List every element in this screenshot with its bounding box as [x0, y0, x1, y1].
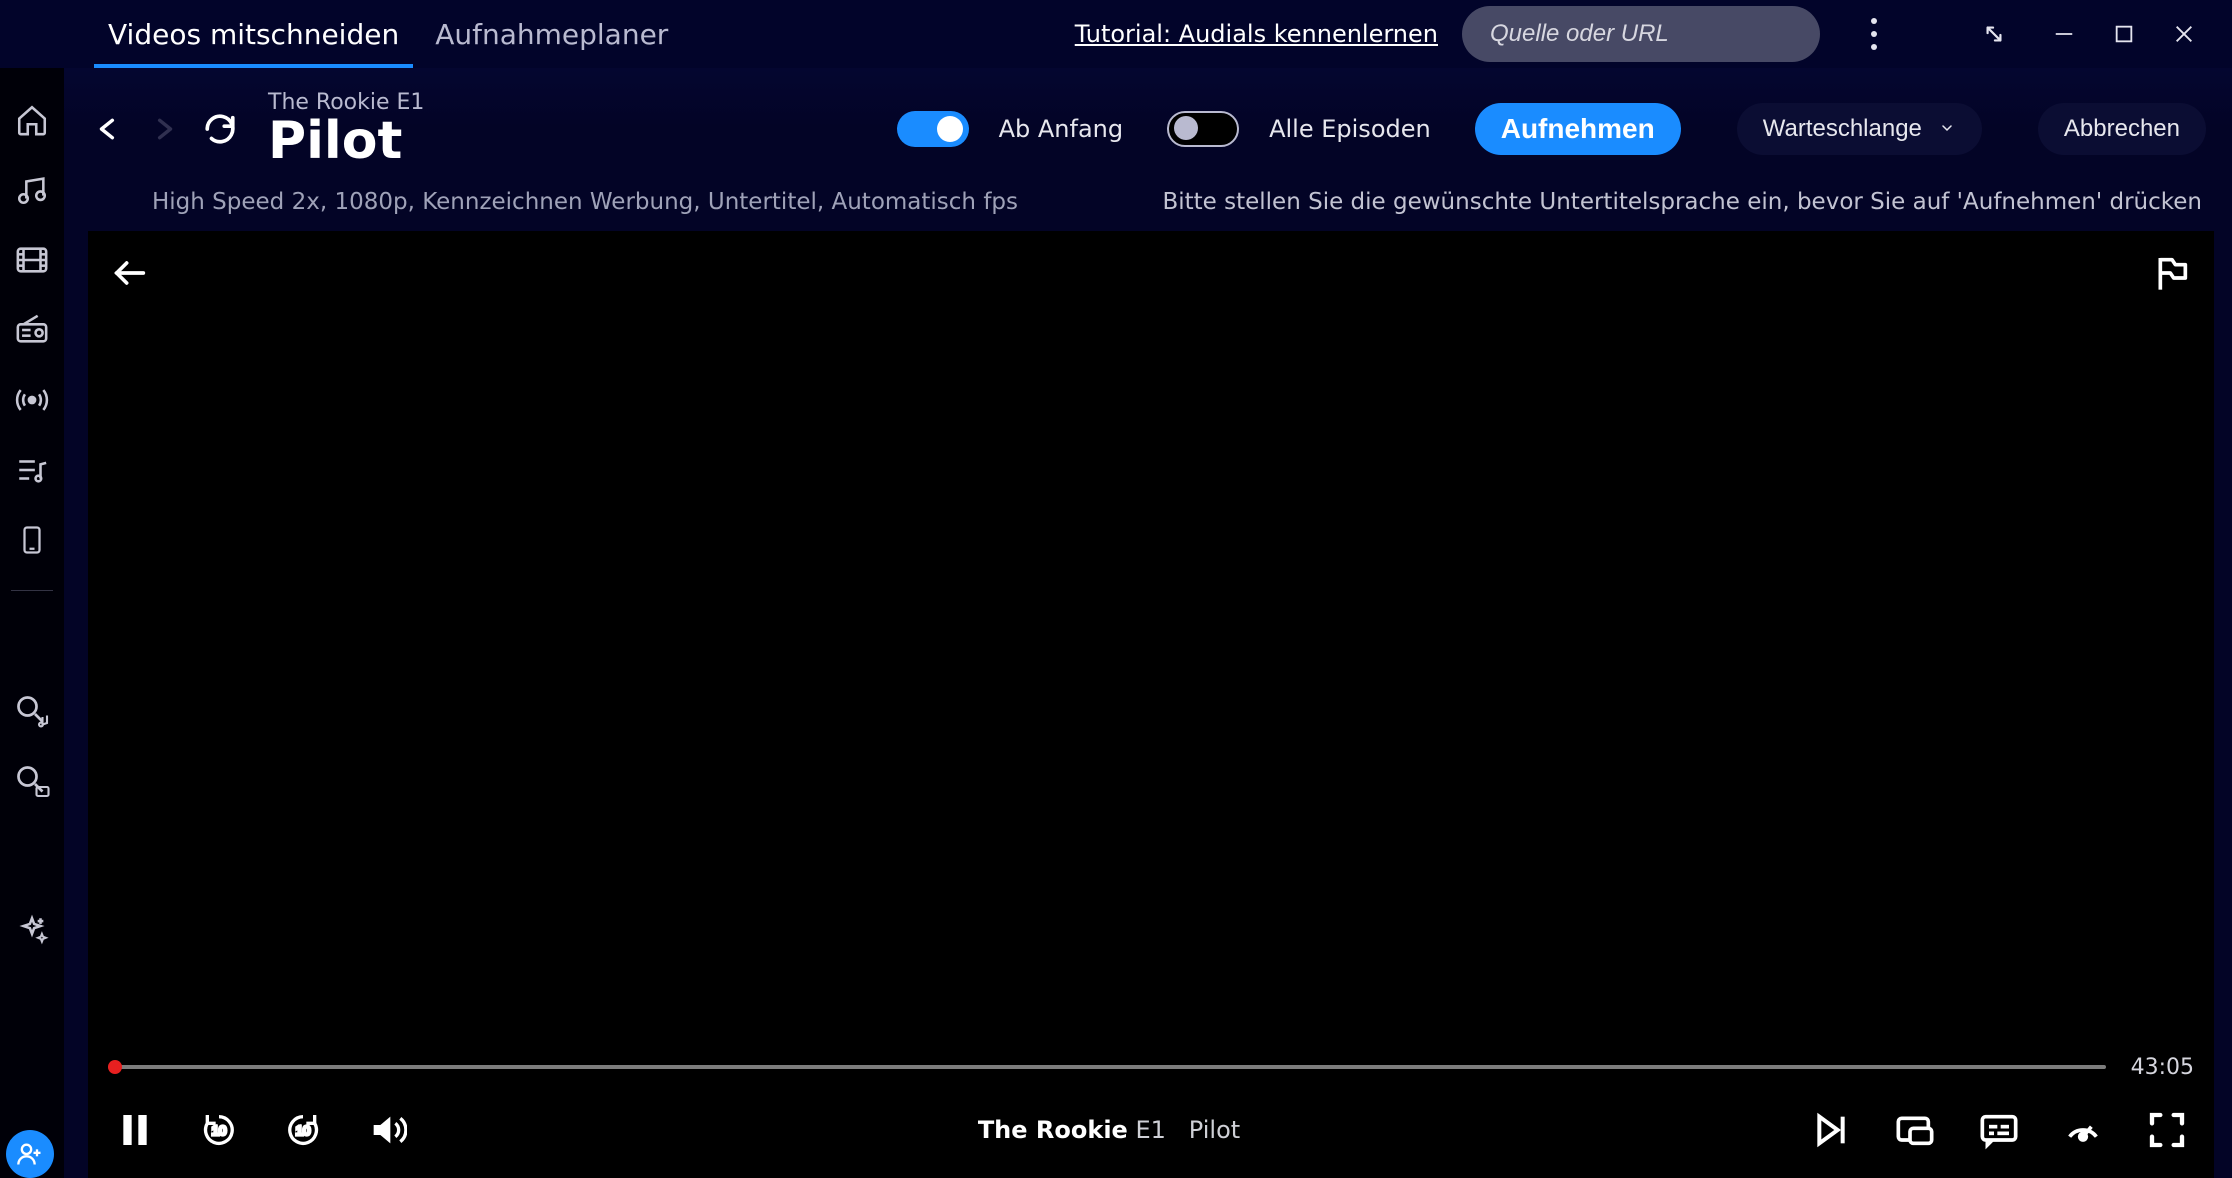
podcast-icon[interactable] [12, 380, 52, 420]
seek-thumb[interactable] [108, 1060, 122, 1074]
progress-row: 43:05 [88, 1052, 2214, 1082]
record-button[interactable]: Aufnehmen [1475, 103, 1681, 155]
chevron-down-icon [1938, 118, 1956, 139]
window-close-button[interactable] [2154, 4, 2214, 64]
queue-button[interactable]: Warteschlange [1737, 103, 1982, 155]
radio-icon[interactable] [12, 310, 52, 350]
app-menu-button[interactable] [1844, 4, 1904, 64]
reload-button[interactable] [202, 111, 238, 147]
settings-subline: High Speed 2x, 1080p, Kennzeichnen Werbu… [64, 173, 2232, 231]
page-title: Pilot [268, 115, 424, 167]
top-bar: Videos mitschneiden Aufnahmeplaner Tutor… [0, 0, 2232, 68]
now-playing-episode: E1 [1135, 1116, 1165, 1144]
home-icon[interactable] [12, 100, 52, 140]
player-controls: 10 10 The Rookie E1 Pilot [88, 1082, 2214, 1178]
user-account-icon[interactable] [6, 1130, 54, 1178]
page-header: The Rookie E1 Pilot Ab Anfang Alle Episo… [64, 68, 2232, 173]
music-icon[interactable] [12, 170, 52, 210]
toggle-from-beginning-label: Ab Anfang [999, 115, 1124, 143]
tab-record-videos[interactable]: Videos mitschneiden [108, 0, 399, 68]
mobile-icon[interactable] [12, 520, 52, 560]
top-tabs: Videos mitschneiden Aufnahmeplaner [108, 0, 668, 68]
left-sidebar [0, 68, 64, 1178]
subtitle-hint: Bitte stellen Sie die gewünschte Unterti… [1162, 189, 2202, 215]
volume-button[interactable] [362, 1105, 412, 1155]
tab-scheduler[interactable]: Aufnahmeplaner [435, 0, 668, 68]
player-flag-icon[interactable] [2148, 249, 2196, 297]
tutorial-link[interactable]: Tutorial: Audials kennenlernen [1075, 20, 1438, 48]
playlist-icon[interactable] [12, 450, 52, 490]
nav-back-button[interactable] [90, 111, 126, 147]
video-canvas[interactable] [88, 231, 2214, 1052]
window-maximize-button[interactable] [2094, 4, 2154, 64]
toggle-from-beginning[interactable] [897, 111, 969, 147]
now-playing-show: The Rookie [978, 1116, 1128, 1144]
toggle-all-episodes-label: Alle Episoden [1269, 115, 1431, 143]
recording-settings-summary: High Speed 2x, 1080p, Kennzeichnen Werbu… [152, 189, 1018, 215]
content-area: The Rookie E1 Pilot Ab Anfang Alle Episo… [64, 68, 2232, 1178]
svg-text:10: 10 [212, 1123, 227, 1138]
next-button[interactable] [1806, 1105, 1856, 1155]
subtitles-button[interactable] [1974, 1105, 2024, 1155]
window-minimize-button[interactable] [2034, 4, 2094, 64]
cancel-button[interactable]: Abbrechen [2038, 103, 2206, 155]
ai-enhance-icon[interactable] [12, 911, 52, 951]
sidebar-divider [11, 590, 53, 591]
svg-text:10: 10 [296, 1123, 311, 1138]
fullscreen-button[interactable] [2142, 1105, 2192, 1155]
nav-forward-button [146, 111, 182, 147]
queue-button-label: Warteschlange [1763, 115, 1922, 143]
video-icon[interactable] [12, 240, 52, 280]
title-block: The Rookie E1 Pilot [268, 90, 424, 167]
now-playing-title: Pilot [1189, 1116, 1240, 1144]
video-search-icon[interactable] [12, 761, 52, 801]
source-url-input[interactable] [1462, 6, 1820, 62]
toggle-all-episodes[interactable] [1167, 111, 1239, 147]
total-time: 43:05 [2124, 1055, 2194, 1080]
forward-10-button[interactable]: 10 [278, 1105, 328, 1155]
video-player: 43:05 10 10 The Rookie E1 [88, 231, 2214, 1178]
pip-button[interactable] [1890, 1105, 1940, 1155]
player-back-arrow-icon[interactable] [106, 249, 154, 297]
expand-icon[interactable] [1964, 4, 2024, 64]
speed-button[interactable] [2058, 1105, 2108, 1155]
seek-bar[interactable] [108, 1065, 2106, 1069]
rewind-10-button[interactable]: 10 [194, 1105, 244, 1155]
music-search-icon[interactable] [12, 691, 52, 731]
now-playing: The Rookie E1 Pilot [446, 1116, 1772, 1144]
pause-button[interactable] [110, 1105, 160, 1155]
